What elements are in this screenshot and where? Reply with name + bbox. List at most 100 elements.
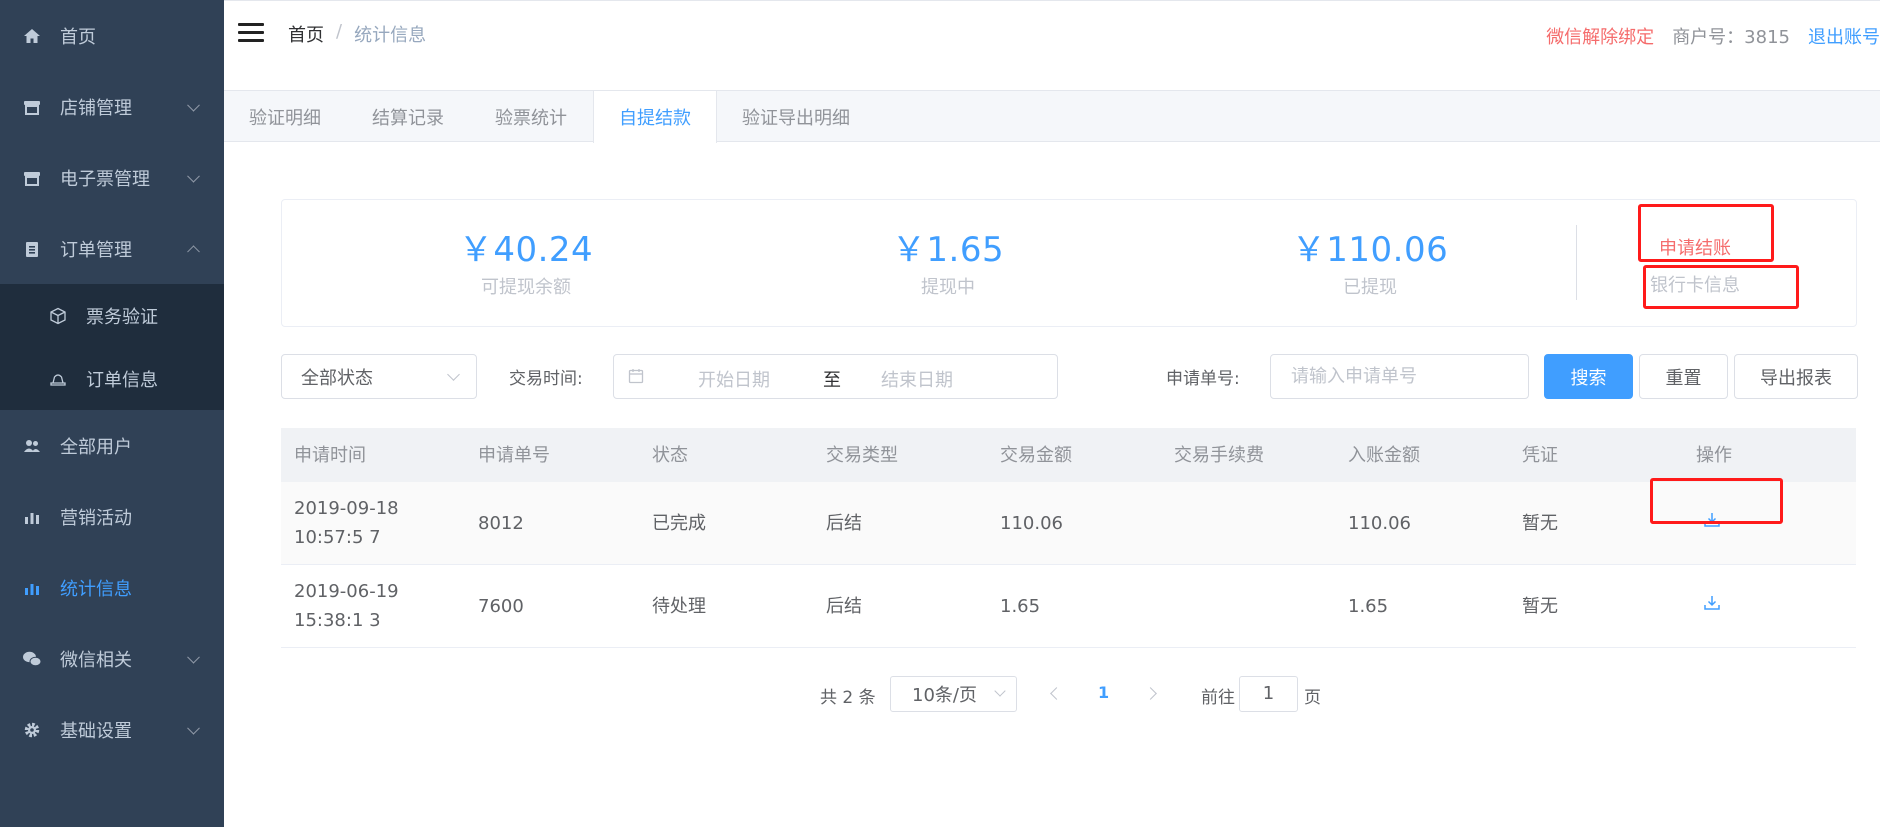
store-icon [22, 97, 42, 117]
sidebar-item-label: 订单信息 [86, 369, 158, 391]
header-actions: 微信解除绑定 商户号：3815 退出账号 [1546, 23, 1880, 49]
column-header: 申请时间 [294, 444, 366, 466]
sidebar-item-ticket-verify[interactable]: 票务验证 [0, 284, 224, 347]
sidebar-item-label: 微信相关 [60, 649, 132, 671]
column-header: 交易手续费 [1174, 444, 1264, 466]
tab-verify-export-details[interactable]: 验证导出明细 [717, 91, 876, 142]
sidebar-item-label: 统计信息 [60, 578, 132, 600]
table-row: 2019-06-19 15:38:1 3 7600 待处理 后结 1.65 1.… [281, 565, 1856, 648]
clipboard-icon [22, 239, 42, 259]
cell-apply-time: 2019-06-19 15:38:1 3 [294, 581, 399, 631]
reset-button[interactable]: 重置 [1639, 354, 1728, 399]
sidebar-item-order-info[interactable]: 订单信息 [0, 347, 224, 410]
column-header: 入账金额 [1348, 444, 1420, 466]
start-date-input[interactable]: 开始日期 [698, 366, 770, 392]
sidebar-item-marketing[interactable]: 营销活动 [0, 481, 224, 552]
sidebar-item-label: 营销活动 [60, 507, 132, 529]
breadcrumb-separator: / [336, 21, 343, 42]
breadcrumb-home[interactable]: 首页 [288, 21, 324, 47]
annotation-box [1638, 204, 1774, 262]
tab-verify-details[interactable]: 验证明细 [224, 91, 347, 142]
stat-withdrawing: ￥1.65 提现中 [798, 222, 1098, 299]
sidebar-item-label: 首页 [60, 26, 96, 48]
sidebar-item-store[interactable]: 店铺管理 [0, 71, 224, 142]
chevron-down-icon [187, 169, 200, 183]
table-header: 申请时间 申请单号 状态 交易类型 交易金额 交易手续费 入账金额 凭证 操作 [281, 428, 1856, 482]
sidebar-item-orders[interactable]: 订单管理 [0, 213, 224, 284]
stat-label: 可提现余额 [481, 277, 571, 298]
column-header: 交易金额 [1000, 444, 1072, 466]
sidebar-item-statistics[interactable]: 统计信息 [0, 552, 224, 623]
sidebar-item-home[interactable]: 首页 [0, 0, 224, 71]
cell-apply-no: 8012 [478, 512, 524, 534]
annotation-box [1650, 478, 1783, 524]
stat-label: 提现中 [921, 277, 975, 298]
column-header: 申请单号 [478, 444, 550, 466]
sidebar-item-label: 店铺管理 [60, 97, 132, 119]
chevron-down-icon [187, 650, 200, 664]
prev-page-icon[interactable] [1050, 687, 1063, 700]
tab-settlement-records[interactable]: 结算记录 [347, 91, 470, 142]
page-size-select[interactable]: 10条/页 [890, 676, 1017, 712]
sidebar-item-label: 基础设置 [60, 720, 132, 742]
cell-type: 后结 [826, 512, 862, 534]
breadcrumb-current: 统计信息 [354, 25, 427, 46]
cell-credited: 110.06 [1348, 512, 1411, 534]
search-button[interactable]: 搜索 [1544, 354, 1633, 399]
chevron-down-icon [187, 98, 200, 112]
sidebar-item-label: 电子票管理 [60, 168, 150, 190]
order-no-label: 申请单号: [1166, 369, 1240, 389]
column-header: 状态 [652, 444, 688, 466]
sidebar-item-users[interactable]: 全部用户 [0, 410, 224, 481]
tab-self-pickup-settlement[interactable]: 自提结款 [593, 91, 717, 143]
wechat-icon [22, 649, 42, 669]
time-filter-label: 交易时间: [509, 369, 583, 389]
stat-withdrawable: ￥40.24 可提现余额 [376, 222, 676, 299]
calendar-icon [628, 368, 644, 384]
goto-label: 前往 [1201, 688, 1235, 708]
sidebar-item-label: 票务验证 [86, 306, 158, 328]
sidebar-item-eticket[interactable]: 电子票管理 [0, 142, 224, 213]
chart-icon [22, 507, 42, 527]
export-report-button[interactable]: 导出报表 [1734, 354, 1858, 399]
chevron-up-icon [187, 244, 200, 258]
tab-ticket-stats[interactable]: 验票统计 [470, 91, 593, 142]
column-header: 操作 [1696, 444, 1732, 466]
cube-icon [48, 306, 68, 326]
home-icon [22, 26, 42, 46]
order-no-input[interactable] [1270, 354, 1529, 399]
date-range-separator: 至 [823, 370, 841, 391]
status-select-value: 全部状态 [301, 367, 373, 389]
wechat-unbind-link[interactable]: 微信解除绑定 [1546, 23, 1654, 49]
divider [1576, 225, 1577, 300]
annotation-box [1643, 265, 1799, 309]
chevron-down-icon [187, 721, 200, 735]
cell-amount: 110.06 [1000, 512, 1063, 534]
sidebar-item-label: 全部用户 [60, 436, 132, 458]
cell-apply-no: 7600 [478, 595, 524, 617]
cell-actions [1683, 592, 1856, 621]
end-date-input[interactable]: 结束日期 [881, 366, 953, 392]
date-range-picker[interactable]: 开始日期 至 结束日期 [613, 354, 1058, 399]
download-icon[interactable] [1703, 592, 1721, 610]
tab-bar: 验证明细 结算记录 验票统计 自提结款 验证导出明细 [224, 91, 1880, 143]
stat-amount: ￥1.65 [891, 230, 1005, 270]
logout-link[interactable]: 退出账号 [1808, 23, 1880, 49]
page-number-current[interactable]: 1 [1098, 683, 1109, 702]
next-page-icon[interactable] [1144, 687, 1157, 700]
hamburger-menu-icon[interactable] [238, 23, 264, 43]
column-header: 凭证 [1522, 444, 1558, 466]
page-size-value: 10条/页 [912, 685, 977, 706]
chart-icon [22, 578, 42, 598]
stat-withdrawn: ￥110.06 已提现 [1220, 222, 1520, 299]
pagination: 共 2 条 10条/页 1 前往 1 页 [0, 676, 1880, 712]
top-navbar: 首页 / 统计信息 微信解除绑定 商户号：3815 退出账号 [224, 0, 1880, 91]
cell-voucher: 暂无 [1522, 595, 1558, 617]
cell-credited: 1.65 [1348, 595, 1389, 617]
cell-status: 待处理 [652, 595, 706, 617]
status-select[interactable]: 全部状态 [281, 354, 477, 399]
stat-label: 已提现 [1343, 277, 1397, 298]
table-row: 2019-09-18 10:57:5 7 8012 已完成 后结 110.06 … [281, 482, 1856, 565]
stat-amount: ￥40.24 [458, 230, 594, 270]
goto-page-input[interactable]: 1 [1239, 676, 1298, 712]
